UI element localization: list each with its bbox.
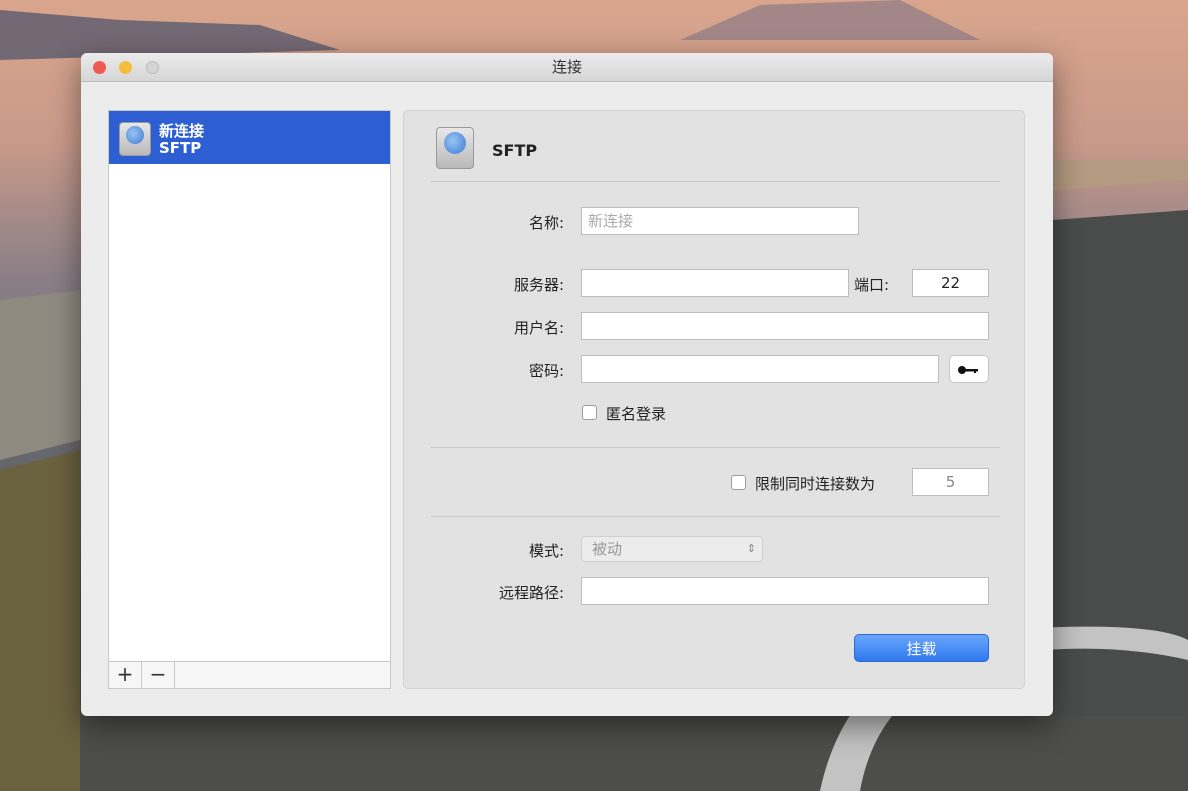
connection-list-item[interactable]: 新连接 SFTP bbox=[109, 111, 390, 164]
limit-connections-label: 限制同时连接数为 bbox=[755, 475, 876, 493]
password-label: 密码: bbox=[528, 362, 564, 380]
connection-window: 连接 新连接 SFTP + − SFTP 名称: 新连接 服务器: 端口: 22… bbox=[81, 53, 1053, 716]
remote-path-label: 远程路径: bbox=[498, 584, 564, 602]
title-bar: 连接 bbox=[81, 53, 1053, 82]
close-button[interactable] bbox=[93, 61, 106, 74]
key-icon bbox=[958, 366, 978, 374]
divider bbox=[431, 447, 1000, 448]
network-drive-icon bbox=[436, 127, 474, 169]
remove-connection-button[interactable]: − bbox=[142, 662, 175, 688]
server-label: 服务器: bbox=[513, 276, 564, 294]
minimize-button[interactable] bbox=[119, 61, 132, 74]
network-drive-icon bbox=[119, 122, 151, 156]
keychain-button[interactable] bbox=[949, 355, 989, 383]
list-toolbar: + − bbox=[109, 661, 390, 688]
mode-label: 模式: bbox=[528, 542, 564, 560]
connection-name: 新连接 bbox=[159, 122, 205, 140]
port-input[interactable]: 22 bbox=[912, 269, 989, 297]
divider bbox=[431, 516, 1000, 517]
username-input[interactable] bbox=[581, 312, 989, 340]
anonymous-login-label: 匿名登录 bbox=[606, 405, 667, 423]
connection-list: 新连接 SFTP + − bbox=[108, 110, 391, 689]
name-label: 名称: bbox=[528, 214, 564, 232]
chevron-updown-icon: ⇕ bbox=[746, 542, 756, 555]
add-connection-button[interactable]: + bbox=[109, 662, 142, 688]
server-input[interactable] bbox=[581, 269, 849, 297]
connection-settings-panel: SFTP 名称: 新连接 服务器: 端口: 22 用户名: 密码: 匿名登录 限… bbox=[403, 110, 1025, 689]
mode-value: 被动 bbox=[592, 540, 623, 558]
name-input[interactable]: 新连接 bbox=[581, 207, 859, 235]
name-placeholder: 新连接 bbox=[588, 212, 634, 230]
connection-limit-input[interactable]: 5 bbox=[912, 468, 989, 496]
port-label: 端口: bbox=[854, 276, 890, 294]
password-input[interactable] bbox=[581, 355, 939, 383]
mode-select[interactable]: 被动 ⇕ bbox=[581, 536, 763, 562]
protocol-title: SFTP bbox=[492, 141, 538, 160]
divider bbox=[431, 181, 1000, 182]
window-title: 连接 bbox=[551, 58, 582, 76]
remote-path-input[interactable] bbox=[581, 577, 989, 605]
limit-connections-checkbox[interactable] bbox=[731, 475, 746, 490]
zoom-button[interactable] bbox=[146, 61, 159, 74]
username-label: 用户名: bbox=[513, 319, 564, 337]
anonymous-login-checkbox[interactable] bbox=[582, 405, 597, 420]
connection-protocol: SFTP bbox=[159, 139, 202, 157]
mount-button[interactable]: 挂载 bbox=[854, 634, 989, 662]
